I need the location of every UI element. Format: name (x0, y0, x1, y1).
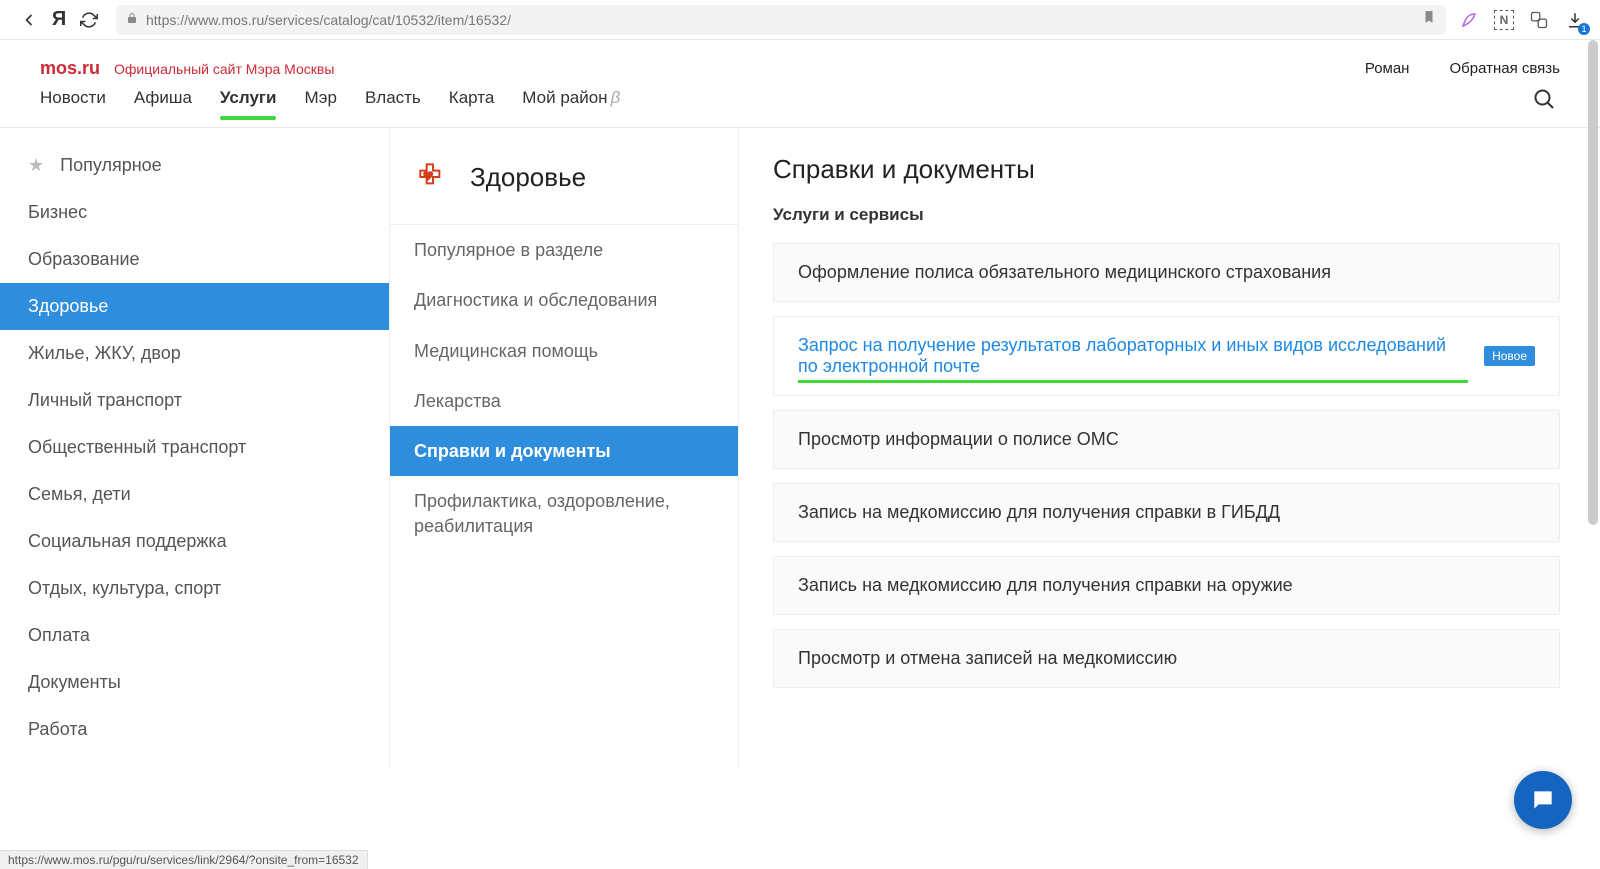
section-title-text: Здоровье (470, 162, 586, 193)
services-subtitle: Услуги и сервисы (773, 205, 1560, 225)
bookmark-icon[interactable] (1422, 10, 1436, 29)
brand-logo[interactable]: mos.ru (40, 58, 100, 79)
sidebar-item-5[interactable]: Личный транспорт (0, 377, 389, 424)
health-icon (414, 158, 452, 196)
nav-item-4[interactable]: Власть (365, 88, 421, 114)
sidebar-item-8[interactable]: Социальная поддержка (0, 518, 389, 565)
service-item-label: Просмотр и отмена записей на медкомиссию (798, 648, 1177, 669)
nav-item-0[interactable]: Новости (40, 88, 106, 114)
sidebar-item-label: Образование (28, 249, 140, 270)
sidebar-item-12[interactable]: Работа (0, 706, 389, 753)
sidebar-item-11[interactable]: Документы (0, 659, 389, 706)
sidebar-item-label: Общественный транспорт (28, 437, 246, 458)
service-item-5[interactable]: Просмотр и отмена записей на медкомиссию (773, 629, 1560, 688)
pen-extension-icon[interactable] (1458, 9, 1480, 31)
new-badge: Новое (1484, 346, 1535, 366)
sidebar-item-label: Популярное (60, 155, 162, 176)
sidebar-item-0[interactable]: ★ Популярное (0, 142, 389, 189)
beta-badge: β (611, 88, 621, 107)
nav-item-6[interactable]: Мой районβ (522, 88, 620, 114)
content-columns: ★ Популярное Бизнес Образование Здоровье Жиль… (0, 128, 1600, 767)
sidebar-item-label: Оплата (28, 625, 90, 646)
sidebar-item-label: Документы (28, 672, 121, 693)
brand-subtitle: Официальный сайт Мэра Москвы (114, 61, 334, 77)
sidebar-item-label: Бизнес (28, 202, 87, 223)
sidebar-item-9[interactable]: Отдых, культура, спорт (0, 565, 389, 612)
section-column: Здоровье Популярное в разделеДиагностика… (389, 128, 739, 767)
sidebar-item-1[interactable]: Бизнес (0, 189, 389, 236)
service-item-0[interactable]: Оформление полиса обязательного медицинс… (773, 243, 1560, 302)
section-item-5[interactable]: Профилактика, оздоровление, реабилитация (390, 476, 738, 551)
sidebar-item-label: Здоровье (28, 296, 108, 317)
services-column: Справки и документы Услуги и сервисы Офо… (739, 128, 1600, 767)
sidebar-item-7[interactable]: Семья, дети (0, 471, 389, 518)
back-button[interactable] (14, 5, 44, 35)
url-text: https://www.mos.ru/services/catalog/cat/… (146, 12, 511, 28)
section-title: Здоровье (390, 150, 738, 225)
sidebar-item-6[interactable]: Общественный транспорт (0, 424, 389, 471)
sidebar-item-label: Работа (28, 719, 87, 740)
nav-item-2[interactable]: Услуги (220, 88, 277, 114)
service-item-label: Оформление полиса обязательного медицинс… (798, 262, 1331, 283)
chat-button[interactable] (1514, 771, 1572, 829)
sidebar-item-4[interactable]: Жилье, ЖКУ, двор (0, 330, 389, 377)
scrollbar-thumb[interactable] (1588, 40, 1598, 525)
search-icon[interactable] (1532, 87, 1560, 115)
service-item-4[interactable]: Запись на медкомиссию для получения спра… (773, 556, 1560, 615)
sidebar-item-2[interactable]: Образование (0, 236, 389, 283)
section-item-0[interactable]: Популярное в разделе (390, 225, 738, 275)
notion-extension-icon[interactable]: N (1494, 10, 1514, 30)
section-item-3[interactable]: Лекарства (390, 376, 738, 426)
page-title: Справки и документы (773, 154, 1560, 185)
browser-toolbar: Я https://www.mos.ru/services/catalog/ca… (0, 0, 1600, 40)
service-item-label: Просмотр информации о полисе ОМС (798, 429, 1119, 450)
section-item-4[interactable]: Справки и документы (390, 426, 738, 476)
status-bar: https://www.mos.ru/pgu/ru/services/link/… (0, 850, 368, 869)
sidebar-item-label: Семья, дети (28, 484, 131, 505)
feedback-link[interactable]: Обратная связь (1449, 60, 1560, 77)
site-header: mos.ru Официальный сайт Мэра Москвы Рома… (0, 40, 1600, 87)
sidebar-item-label: Жилье, ЖКУ, двор (28, 343, 181, 364)
star-icon: ★ (28, 155, 44, 176)
category-sidebar: ★ Популярное Бизнес Образование Здоровье Жиль… (0, 128, 389, 767)
nav-item-3[interactable]: Мэр (304, 88, 336, 114)
extension-icons: N 1 (1458, 9, 1586, 31)
address-bar[interactable]: https://www.mos.ru/services/catalog/cat/… (116, 5, 1446, 35)
sidebar-item-label: Социальная поддержка (28, 531, 227, 552)
section-item-1[interactable]: Диагностика и обследования (390, 275, 738, 325)
service-item-1[interactable]: Запрос на получение результатов лаборато… (773, 316, 1560, 396)
nav-item-5[interactable]: Карта (449, 88, 495, 114)
sidebar-item-10[interactable]: Оплата (0, 612, 389, 659)
sidebar-item-label: Отдых, культура, спорт (28, 578, 221, 599)
download-icon[interactable]: 1 (1564, 9, 1586, 31)
sidebar-item-3[interactable]: Здоровье (0, 283, 389, 330)
lock-icon (126, 12, 138, 27)
sidebar-item-label: Личный транспорт (28, 390, 182, 411)
service-item-3[interactable]: Запись на медкомиссию для получения спра… (773, 483, 1560, 542)
yandex-button[interactable]: Я (44, 5, 74, 35)
primary-nav: Новости Афиша Услуги Мэр Власть Карта Мой райо… (0, 87, 1600, 128)
service-item-label: Запись на медкомиссию для получения спра… (798, 575, 1293, 596)
service-item-label: Запрос на получение результатов лаборато… (798, 335, 1468, 377)
service-item-label: Запись на медкомиссию для получения спра… (798, 502, 1280, 523)
nav-item-1[interactable]: Афиша (134, 88, 192, 114)
service-item-2[interactable]: Просмотр информации о полисе ОМС (773, 410, 1560, 469)
scrollbar[interactable] (1588, 40, 1598, 849)
user-name[interactable]: Роман (1365, 60, 1410, 77)
section-item-2[interactable]: Медицинская помощь (390, 326, 738, 376)
translate-extension-icon[interactable] (1528, 9, 1550, 31)
reload-button[interactable] (74, 5, 104, 35)
